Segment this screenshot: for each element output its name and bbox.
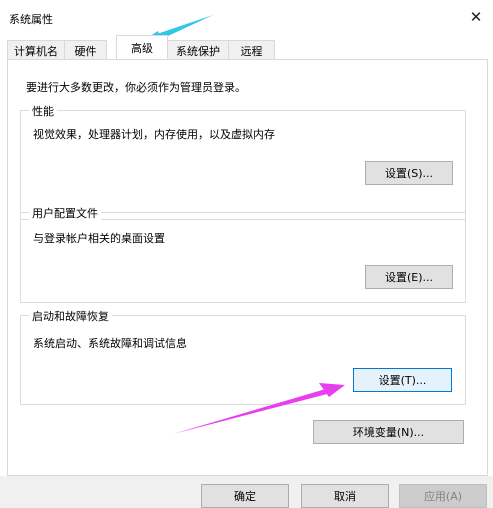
apply-button[interactable]: 应用(A) (399, 484, 487, 508)
user-profiles-title: 用户配置文件 (29, 205, 101, 221)
title-bar: 系统属性 ✕ (0, 0, 493, 34)
startup-recovery-group: 启动和故障恢复 系统启动、系统故障和调试信息 设置(T)... (20, 308, 466, 405)
startup-recovery-description: 系统启动、系统故障和调试信息 (33, 337, 187, 350)
advanced-tab-panel: 要进行大多数更改，你必须作为管理员登录。 性能 视觉效果，处理器计划，内存使用，… (7, 59, 488, 476)
performance-description: 视觉效果，处理器计划，内存使用，以及虚拟内存 (33, 128, 275, 141)
close-icon: ✕ (469, 8, 483, 26)
dialog-footer: 确定 取消 应用(A) (0, 476, 493, 508)
close-button[interactable]: ✕ (459, 0, 493, 34)
user-profiles-settings-button[interactable]: 设置(E)... (365, 265, 453, 289)
tab-strip: 计算机名 硬件 高级 系统保护 远程 (7, 35, 487, 60)
environment-variables-button[interactable]: 环境变量(N)... (313, 420, 464, 444)
startup-recovery-settings-button[interactable]: 设置(T)... (353, 368, 452, 392)
admin-notice: 要进行大多数更改，你必须作为管理员登录。 (26, 81, 246, 94)
performance-title: 性能 (29, 103, 57, 119)
tab-hardware[interactable]: 硬件 (64, 40, 107, 60)
system-properties-dialog: 系统属性 ✕ 计算机名 硬件 高级 系统保护 远程 要进行大多数更改，你必须作为… (0, 0, 493, 508)
performance-settings-button[interactable]: 设置(S)... (365, 161, 453, 185)
tab-remote[interactable]: 远程 (228, 40, 275, 60)
startup-recovery-title: 启动和故障恢复 (29, 308, 112, 324)
user-profiles-group: 用户配置文件 与登录帐户相关的桌面设置 设置(E)... (20, 205, 466, 303)
tab-computer-name[interactable]: 计算机名 (7, 40, 65, 60)
performance-group: 性能 视觉效果，处理器计划，内存使用，以及虚拟内存 设置(S)... (20, 103, 466, 220)
tab-system-protection[interactable]: 系统保护 (167, 40, 229, 60)
user-profiles-description: 与登录帐户相关的桌面设置 (33, 232, 165, 245)
ok-button[interactable]: 确定 (201, 484, 289, 508)
cancel-button[interactable]: 取消 (301, 484, 389, 508)
window-title: 系统属性 (9, 13, 53, 26)
tab-advanced[interactable]: 高级 (116, 35, 168, 59)
